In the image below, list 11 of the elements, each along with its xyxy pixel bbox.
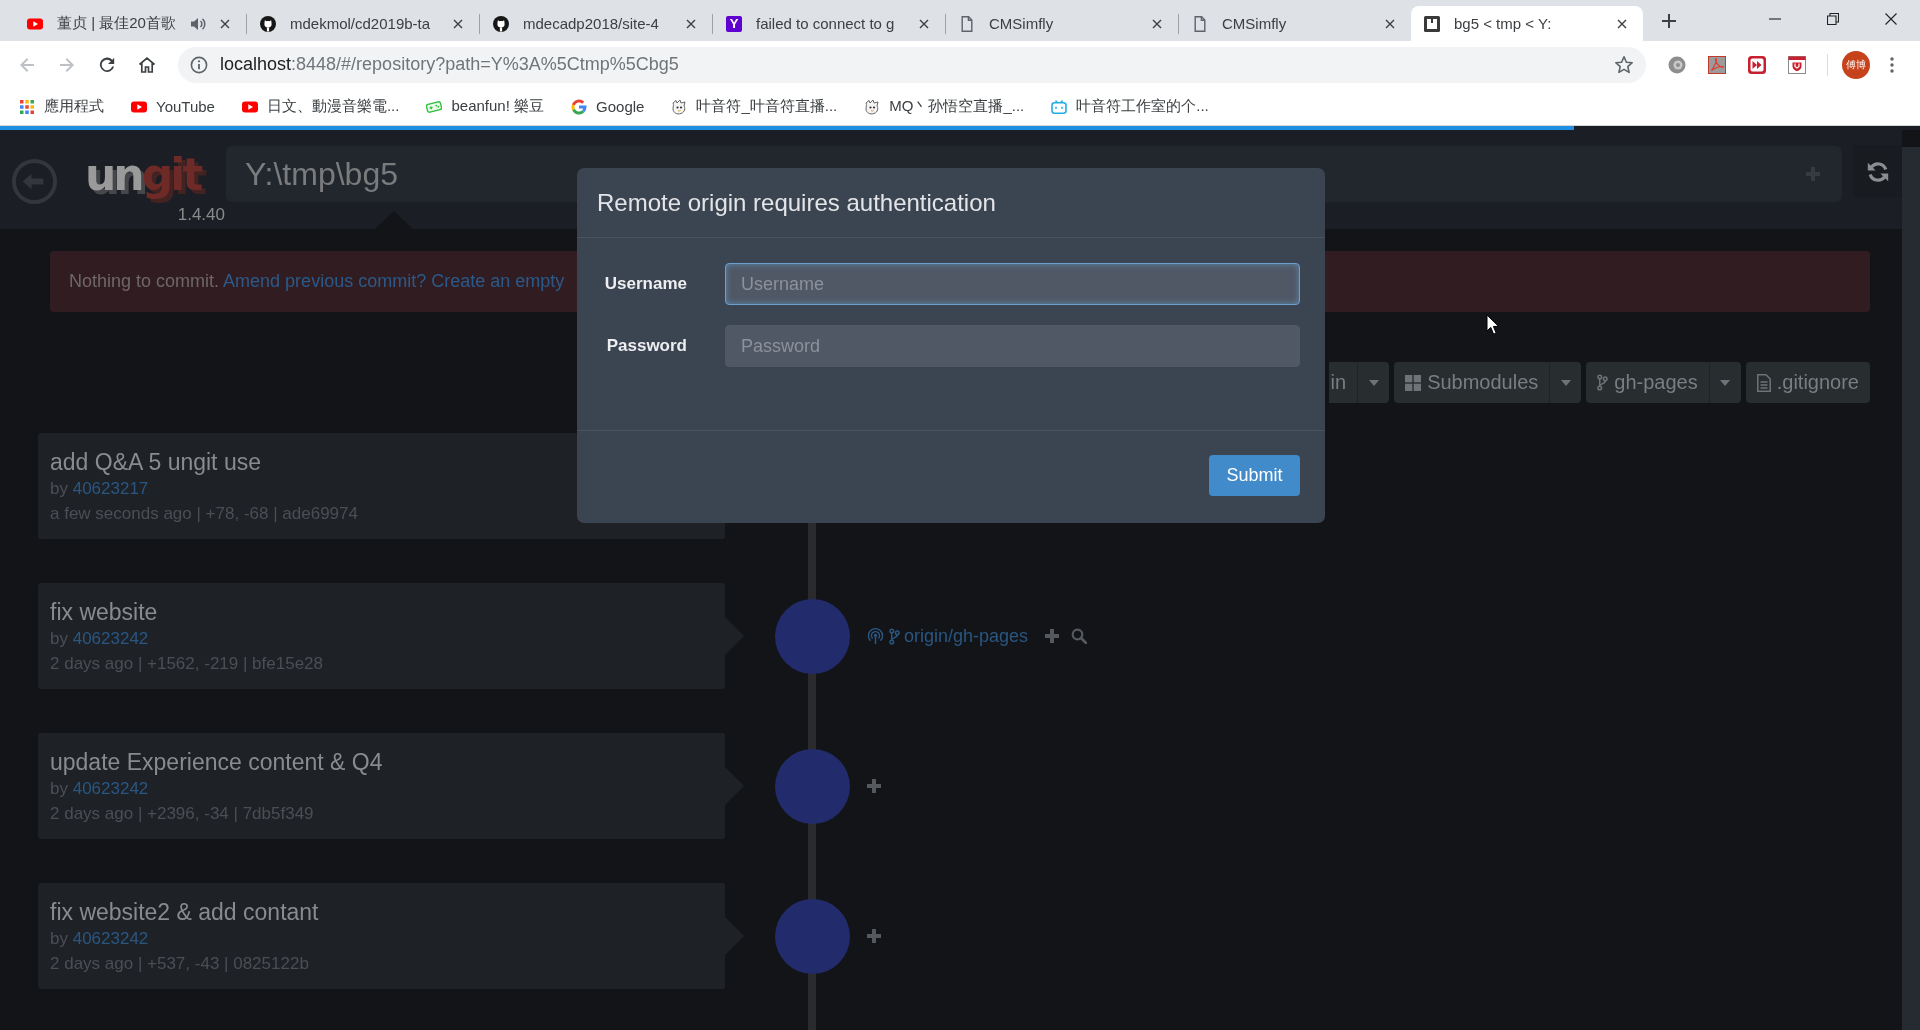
version-label: 1.4.40: [177, 206, 225, 224]
banner-message: Nothing to commit. Amend previous commit? Create an empty: [69, 271, 565, 292]
app-logo: ungit: [85, 150, 201, 200]
commit-title: fix website2 & add contant: [50, 898, 319, 926]
field-label: Password: [606, 336, 687, 356]
field-label: Username: [604, 274, 687, 294]
letter-logo: Y: [726, 15, 742, 32]
commit-title: fix website: [50, 598, 158, 626]
dialog-title: Remote origin requires authentication: [597, 188, 996, 217]
commit-title: add Q&A 5 ungit use: [50, 448, 261, 476]
commit-title: update Experience content & Q4: [50, 748, 383, 776]
